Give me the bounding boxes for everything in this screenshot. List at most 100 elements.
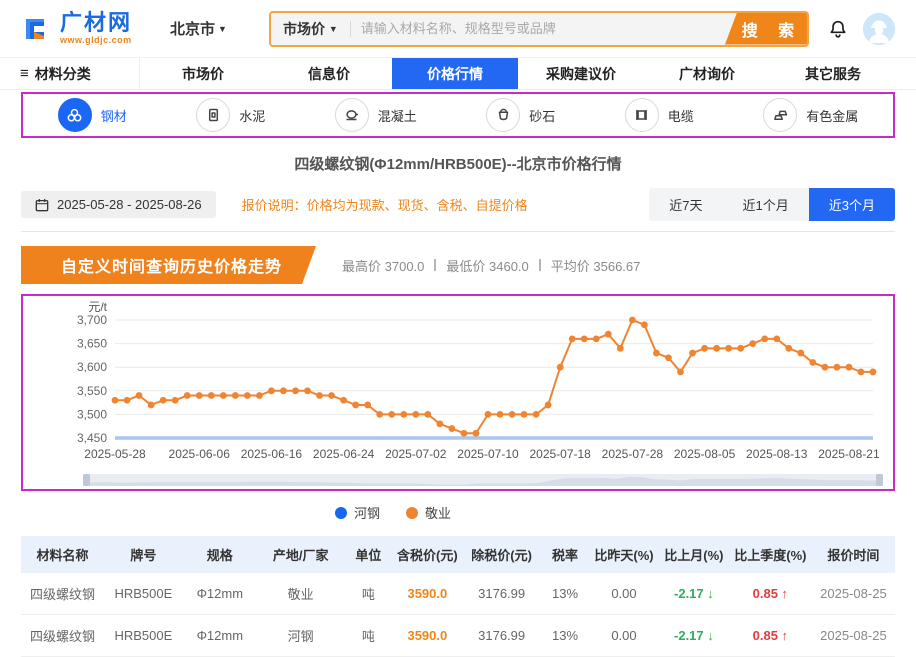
cement-icon: [196, 98, 230, 132]
stat-item: 平均价 3566.67: [551, 256, 641, 275]
slider-handle-left[interactable]: [83, 474, 90, 486]
chevron-down-icon: ▼: [218, 24, 227, 34]
category-label: 混凝土: [378, 106, 417, 125]
y-tick-label: 3,700: [77, 313, 107, 327]
table-row[interactable]: 四级螺纹钢HRB500EΦ12mm敬业吨3590.03176.9913%0.00…: [21, 573, 895, 615]
legend-item-jingye[interactable]: 敬业: [406, 503, 451, 522]
table-header-cell: 单位: [344, 536, 392, 573]
range-button-1[interactable]: 近1个月: [723, 188, 809, 221]
x-tick-label: 2025-08-05: [674, 447, 736, 461]
table-header-cell: 含税价(元): [392, 536, 462, 573]
menu-icon: ≡: [20, 65, 29, 82]
brand-name: 广材网: [60, 12, 132, 34]
series-jingye-line: [115, 320, 873, 433]
category-item-3[interactable]: 砂石: [486, 98, 555, 132]
stats-row: 自定义时间查询历史价格走势 最高价 3700.0最低价 3460.0平均价 35…: [21, 246, 895, 284]
category-item-1[interactable]: 水泥: [196, 98, 265, 132]
search-category-dropdown[interactable]: 市场价 ▼: [271, 19, 350, 39]
nav-item-label: 信息价: [308, 64, 350, 84]
x-tick-label: 2025-07-10: [457, 447, 519, 461]
table-cell: Φ12mm: [183, 573, 257, 615]
table-header-cell: 除税价(元): [462, 536, 541, 573]
table-cell: 3176.99: [462, 573, 541, 615]
main-nav: ≡ 材料分类 市场价 信息价 价格行情 采购建议价 广材询价 其它服务: [0, 58, 916, 90]
table-header-cell: 比上季度(%): [729, 536, 812, 573]
x-tick-label: 2025-07-18: [529, 447, 591, 461]
table-cell: 13%: [541, 573, 589, 615]
category-item-0[interactable]: 钢材: [58, 98, 127, 132]
stat-separator: [434, 259, 436, 271]
notification-bell-icon[interactable]: [827, 18, 849, 40]
brand-logo-icon: [20, 12, 54, 46]
y-axis-unit-label: 元/t: [88, 300, 107, 314]
category-row: 钢材 水泥 混凝土 砂石 电缆 有色金属: [21, 92, 895, 138]
nav-item-1[interactable]: 市场价: [140, 58, 266, 89]
filter-bar: 2025-05-28 - 2025-08-26 报价说明：价格均为现款、现货、含…: [21, 188, 895, 232]
table-cell: 吨: [344, 573, 392, 615]
table-cell: 0.85 ↑: [729, 573, 812, 615]
city-selector[interactable]: 北京市▼: [170, 18, 227, 39]
price-chart-panel: 元/t3,4503,5003,5503,6003,6503,7002025-05…: [21, 294, 895, 491]
date-range-picker[interactable]: 2025-05-28 - 2025-08-26: [21, 191, 216, 218]
range-toggle-group: 近7天近1个月近3个月: [649, 188, 895, 221]
table-cell: -2.17 ↓: [659, 615, 729, 657]
city-label: 北京市: [170, 21, 215, 38]
brand-logo[interactable]: 广材网 www.gldjc.com: [20, 12, 132, 46]
chevron-down-icon: ▼: [329, 24, 338, 34]
category-label: 砂石: [529, 106, 555, 125]
category-item-2[interactable]: 混凝土: [335, 98, 417, 132]
nav-item-4[interactable]: 采购建议价: [518, 58, 644, 89]
y-tick-label: 3,500: [77, 407, 107, 421]
table-cell: 敬业: [257, 573, 344, 615]
nav-item-2[interactable]: 信息价: [266, 58, 392, 89]
x-tick-label: 2025-07-28: [602, 447, 664, 461]
legend-item-hegang[interactable]: 河钢: [335, 503, 380, 522]
price-chart-svg[interactable]: 元/t3,4503,5003,5503,6003,6503,7002025-05…: [25, 300, 891, 468]
search-input[interactable]: [351, 21, 772, 36]
legend-dot-icon: [335, 507, 347, 519]
nav-item-0[interactable]: ≡ 材料分类: [20, 58, 140, 89]
table-cell: 河钢: [257, 615, 344, 657]
category-item-4[interactable]: 电缆: [625, 98, 694, 132]
y-tick-label: 3,600: [77, 360, 107, 374]
table-cell: 3590.0: [392, 615, 462, 657]
table-cell: 2025-08-25: [812, 573, 895, 615]
slider-handle-right[interactable]: [876, 474, 883, 486]
table-row[interactable]: 四级螺纹钢HRB500EΦ12mm河钢吨3590.03176.9913%0.00…: [21, 615, 895, 657]
table-cell: HRB500E: [104, 573, 183, 615]
brand-url: www.gldjc.com: [60, 36, 132, 45]
price-table-body: 四级螺纹钢HRB500EΦ12mm敬业吨3590.03176.9913%0.00…: [21, 573, 895, 657]
price-table-header-row: 材料名称牌号规格产地/厂家单位含税价(元)除税价(元)税率比昨天(%)比上月(%…: [21, 536, 895, 573]
search-button[interactable]: 搜 索: [721, 13, 807, 45]
table-header-cell: 比上月(%): [659, 536, 729, 573]
nav-item-6[interactable]: 其它服务: [770, 58, 896, 89]
price-table: 材料名称牌号规格产地/厂家单位含税价(元)除税价(元)税率比昨天(%)比上月(%…: [21, 536, 895, 657]
x-tick-label: 2025-06-06: [169, 447, 231, 461]
range-button-2[interactable]: 近3个月: [809, 188, 895, 221]
user-avatar[interactable]: [863, 13, 895, 45]
category-item-5[interactable]: 有色金属: [763, 98, 858, 132]
table-cell: 四级螺纹钢: [21, 615, 104, 657]
category-label: 电缆: [668, 106, 694, 125]
nav-item-label: 采购建议价: [546, 64, 616, 84]
table-cell: Φ12mm: [183, 615, 257, 657]
table-header-cell: 规格: [183, 536, 257, 573]
date-range-label: 2025-05-28 - 2025-08-26: [57, 197, 202, 212]
custom-range-banner: 自定义时间查询历史价格走势: [21, 246, 316, 284]
stat-item: 最高价 3700.0: [342, 256, 424, 275]
nav-item-5[interactable]: 广材询价: [644, 58, 770, 89]
calendar-icon: [35, 198, 49, 212]
chart-zoom-slider[interactable]: [83, 474, 883, 486]
nav-item-label: 材料分类: [35, 64, 91, 84]
cable-icon: [625, 98, 659, 132]
x-tick-label: 2025-08-13: [746, 447, 808, 461]
table-header-cell: 报价时间: [812, 536, 895, 573]
nav-item-3[interactable]: 价格行情: [392, 58, 518, 89]
range-button-0[interactable]: 近7天: [649, 188, 722, 221]
nav-item-label: 广材询价: [679, 64, 735, 84]
y-tick-label: 3,450: [77, 431, 107, 445]
table-cell: HRB500E: [104, 615, 183, 657]
stat-separator: [539, 259, 541, 271]
table-cell: 0.00: [589, 615, 659, 657]
table-header-cell: 比昨天(%): [589, 536, 659, 573]
